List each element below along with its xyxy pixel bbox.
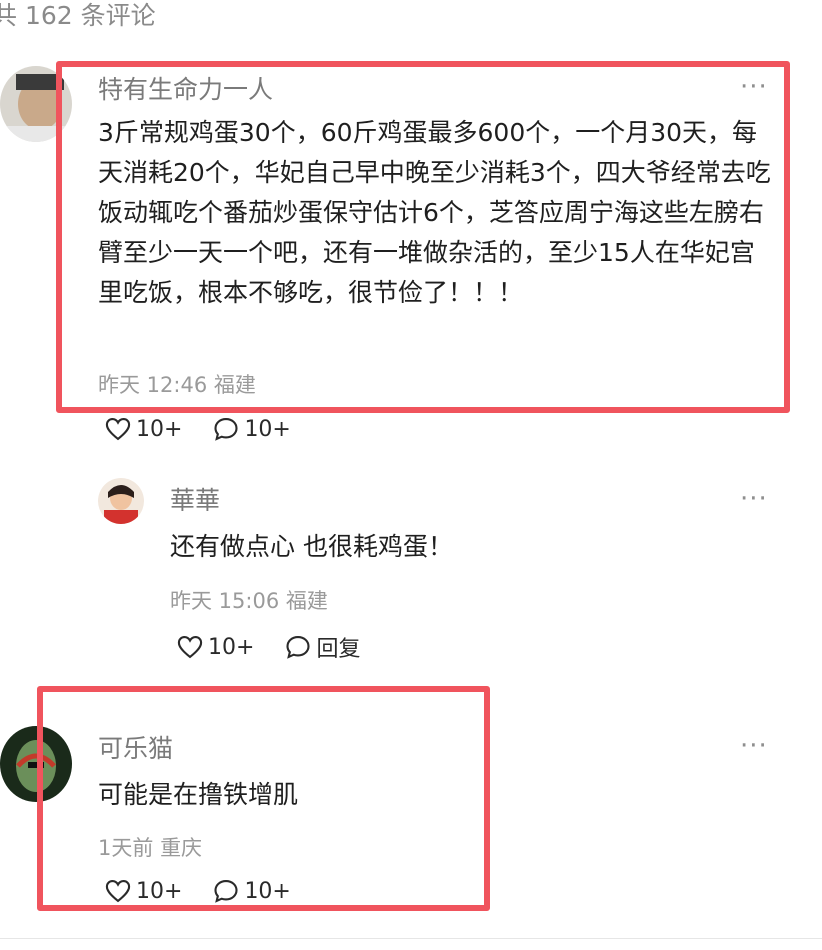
comment-time: 昨天 12:46	[98, 373, 208, 397]
comment-time: 1天前	[98, 836, 154, 860]
comment-bubble-icon	[214, 880, 238, 903]
comment-bubble-icon	[286, 636, 310, 659]
reply-label: 回复	[316, 637, 361, 662]
like-count: 10+	[136, 878, 183, 904]
like-button[interactable]: 10+	[104, 877, 182, 905]
like-button[interactable]: 10+	[104, 415, 182, 443]
comment-meta: 昨天 15:06 福建	[170, 585, 328, 615]
comment-text: 可能是在撸铁增肌	[98, 780, 299, 809]
comment-meta: 昨天 12:46 福建	[98, 369, 256, 399]
comment-location: 重庆	[160, 836, 203, 860]
comment-text: 还有做点心 也很耗鸡蛋！	[170, 532, 453, 561]
more-icon[interactable]: ···	[740, 74, 768, 100]
like-count: 10+	[208, 634, 255, 660]
comment-actions: 10+ 10+	[104, 877, 321, 905]
comment-username[interactable]: 特有生命力一人	[98, 70, 273, 106]
heart-icon	[105, 418, 131, 441]
comment-actions: 10+ 10+	[104, 415, 321, 443]
comment-count-header: 共 162 条评论	[0, 1, 156, 30]
divider	[0, 938, 822, 939]
avatar[interactable]	[98, 478, 144, 524]
comment-text: 3斤常规鸡蛋30个，60斤鸡蛋最多600个，一个月30天，每天消耗20个，华妃自…	[98, 118, 771, 307]
avatar-image	[0, 726, 72, 802]
reply-count: 10+	[244, 416, 291, 442]
comment-location: 福建	[285, 589, 328, 613]
more-icon[interactable]: ···	[740, 486, 768, 512]
more-icon[interactable]: ···	[740, 733, 768, 759]
comment-actions: 10+ 回复	[176, 631, 390, 663]
comment-time: 昨天 15:06	[170, 589, 280, 613]
comment-username[interactable]: 可乐猫	[98, 729, 173, 765]
heart-icon	[105, 880, 131, 903]
avatar[interactable]	[0, 66, 72, 142]
reply-button[interactable]: 10+	[212, 415, 291, 443]
reply-count: 10+	[244, 878, 291, 904]
avatar[interactable]	[0, 726, 72, 802]
like-button[interactable]: 10+	[176, 633, 254, 661]
like-count: 10+	[136, 416, 183, 442]
comment-meta: 1天前 重庆	[98, 832, 202, 862]
comment-username[interactable]: 華華	[170, 481, 220, 517]
comment-location: 福建	[213, 373, 256, 397]
avatar-image	[98, 478, 144, 524]
comment-bubble-icon	[214, 418, 238, 441]
reply-button[interactable]: 回复	[284, 631, 360, 663]
reply-button[interactable]: 10+	[212, 877, 291, 905]
heart-icon	[177, 636, 203, 659]
avatar-image	[0, 66, 72, 142]
